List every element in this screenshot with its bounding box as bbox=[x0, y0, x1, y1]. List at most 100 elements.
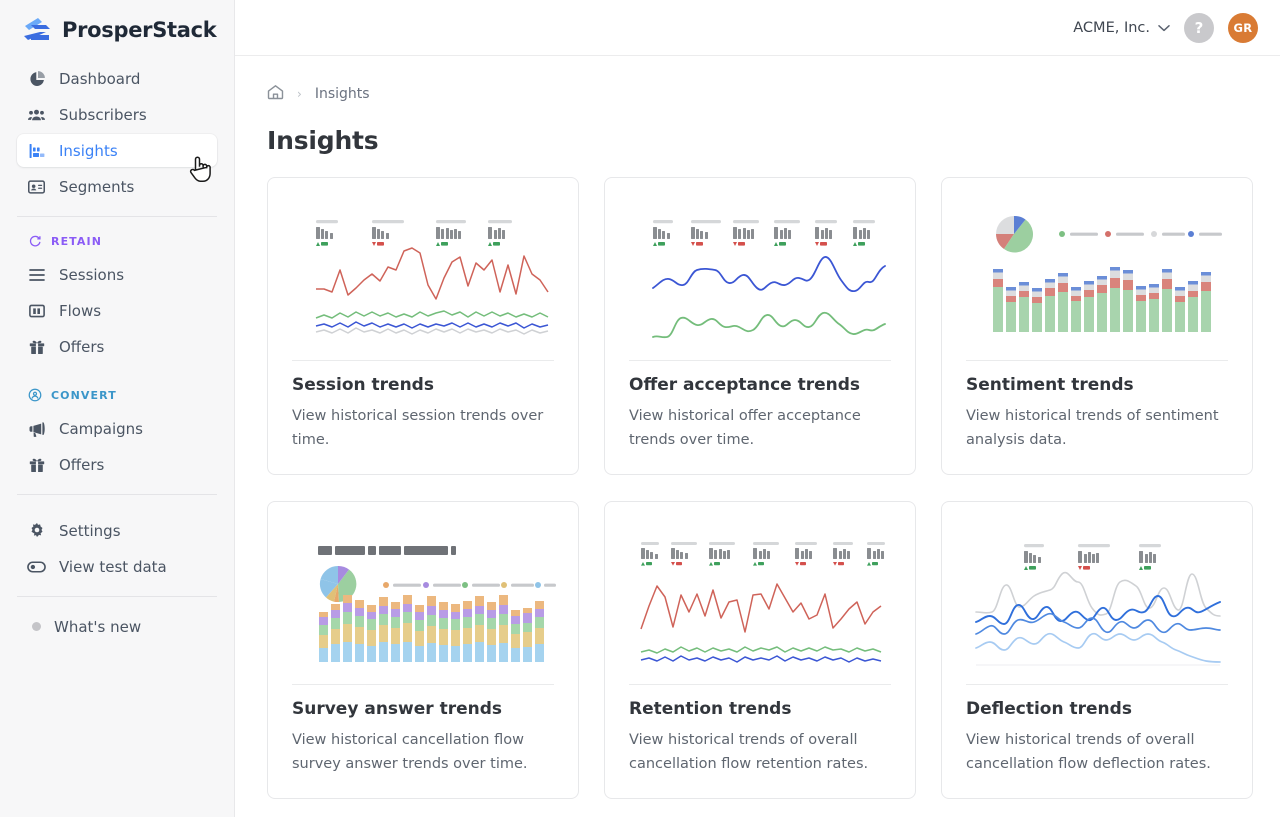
card-description: View historical trends of overall cancel… bbox=[966, 728, 1228, 777]
insights-card-grid: Session trends View historical session t… bbox=[267, 177, 1256, 799]
insight-card-deflection-trends[interactable]: Deflection trends View historical trends… bbox=[941, 501, 1253, 799]
main-area: ACME, Inc. ? GR › I bbox=[235, 0, 1280, 817]
gear-icon bbox=[27, 521, 46, 540]
sidebar-item-label: Offers bbox=[59, 338, 104, 356]
card-divider bbox=[629, 684, 891, 685]
sidebar-item-flows[interactable]: Flows bbox=[17, 294, 217, 327]
retention-trends-thumbnail bbox=[629, 524, 893, 674]
sidebar-item-label: Segments bbox=[59, 178, 134, 196]
insight-card-sentiment-trends[interactable]: Sentiment trends View historical trends … bbox=[941, 177, 1253, 475]
chevron-down-icon bbox=[1158, 20, 1170, 36]
sidebar-item-label: Offers bbox=[59, 456, 104, 474]
sentiment-trends-thumbnail bbox=[966, 200, 1230, 350]
card-title: Offer acceptance trends bbox=[629, 375, 891, 395]
users-icon bbox=[27, 105, 46, 124]
list-icon bbox=[27, 265, 46, 284]
sidebar-item-label: View test data bbox=[59, 558, 167, 576]
card-description: View historical offer acceptance trends … bbox=[629, 404, 891, 453]
sidebar-item-dashboard[interactable]: Dashboard bbox=[17, 62, 217, 95]
toggle-off-icon bbox=[27, 557, 46, 576]
sidebar-item-offers-retain[interactable]: Offers bbox=[17, 330, 217, 363]
stacked-bars bbox=[993, 267, 1211, 332]
card-title: Survey answer trends bbox=[292, 699, 554, 719]
sidebar-item-label: Insights bbox=[59, 142, 118, 160]
sidebar-item-label: Subscribers bbox=[59, 106, 147, 124]
home-icon[interactable] bbox=[267, 84, 284, 104]
gift-icon bbox=[27, 455, 46, 474]
sidebar-retain-items: Sessions Flows bbox=[0, 252, 234, 363]
card-title: Deflection trends bbox=[966, 699, 1228, 719]
sidebar-divider-3 bbox=[17, 596, 217, 597]
page-content: › Insights Insights bbox=[235, 56, 1280, 817]
session-trends-thumbnail bbox=[292, 200, 556, 350]
id-card-icon bbox=[27, 177, 46, 196]
insight-card-retention-trends[interactable]: Retention trends View historical trends … bbox=[604, 501, 916, 799]
card-title: Retention trends bbox=[629, 699, 891, 719]
sidebar: ProsperStack Dashboard bbox=[0, 0, 235, 817]
insight-card-session-trends[interactable]: Session trends View historical session t… bbox=[267, 177, 579, 475]
sidebar-item-label: Dashboard bbox=[59, 70, 140, 88]
sidebar-convert-items: Campaigns Offers bbox=[0, 406, 234, 481]
card-divider bbox=[292, 684, 554, 685]
card-description: View historical trends of sentiment anal… bbox=[966, 404, 1228, 453]
account-name: ACME, Inc. bbox=[1073, 20, 1150, 36]
megaphone-icon bbox=[27, 419, 46, 438]
skeleton-title bbox=[318, 546, 456, 555]
card-description: View historical session trends over time… bbox=[292, 404, 554, 453]
status-dot-icon bbox=[32, 622, 41, 631]
avatar-initials: GR bbox=[1234, 21, 1253, 35]
sidebar-item-view-test-data[interactable]: View test data bbox=[17, 550, 217, 583]
sidebar-section-convert: CONVERT bbox=[0, 384, 234, 406]
deflection-trends-thumbnail bbox=[966, 524, 1230, 674]
app-root: ProsperStack Dashboard bbox=[0, 0, 1280, 817]
sidebar-primary-nav: Dashboard Subscribers bbox=[0, 56, 234, 203]
breadcrumb-current: Insights bbox=[315, 86, 370, 102]
sidebar-section-retain: RETAIN bbox=[0, 230, 234, 252]
insight-card-offer-acceptance-trends[interactable]: Offer acceptance trends View historical … bbox=[604, 177, 916, 475]
card-divider bbox=[966, 360, 1228, 361]
card-description: View historical trends of overall cancel… bbox=[629, 728, 891, 777]
pie-chart bbox=[996, 216, 1033, 253]
survey-answer-trends-thumbnail bbox=[292, 524, 556, 674]
sidebar-item-campaigns[interactable]: Campaigns bbox=[17, 412, 217, 445]
sidebar-item-label: Campaigns bbox=[59, 420, 143, 438]
sidebar-item-label: Flows bbox=[59, 302, 101, 320]
breadcrumb: › Insights bbox=[267, 84, 1256, 104]
page-title: Insights bbox=[267, 126, 1256, 155]
help-label: ? bbox=[1195, 19, 1204, 37]
columns-icon bbox=[27, 301, 46, 320]
card-title: Sentiment trends bbox=[966, 375, 1228, 395]
sidebar-footer-items: Settings View test data bbox=[0, 508, 234, 583]
sidebar-item-label: Settings bbox=[59, 522, 121, 540]
help-button[interactable]: ? bbox=[1184, 13, 1214, 43]
avatar[interactable]: GR bbox=[1228, 13, 1258, 43]
card-description: View historical cancellation flow survey… bbox=[292, 728, 554, 777]
offer-acceptance-trends-thumbnail bbox=[629, 200, 893, 350]
sidebar-item-subscribers[interactable]: Subscribers bbox=[17, 98, 217, 131]
sidebar-section-label: CONVERT bbox=[51, 389, 117, 402]
card-divider bbox=[966, 684, 1228, 685]
account-switcher[interactable]: ACME, Inc. bbox=[1073, 20, 1170, 36]
brand[interactable]: ProsperStack bbox=[0, 0, 234, 56]
sidebar-item-whats-new[interactable]: What's new bbox=[17, 610, 217, 643]
sidebar-item-insights[interactable]: Insights bbox=[17, 134, 217, 167]
retain-icon bbox=[27, 234, 42, 249]
sidebar-divider-1 bbox=[17, 216, 217, 217]
stacked-bars bbox=[319, 595, 544, 662]
sidebar-divider-2 bbox=[17, 494, 217, 495]
sidebar-item-segments[interactable]: Segments bbox=[17, 170, 217, 203]
gift-icon bbox=[27, 337, 46, 356]
topbar: ACME, Inc. ? GR bbox=[235, 0, 1280, 56]
sidebar-section-label: RETAIN bbox=[51, 235, 102, 248]
card-divider bbox=[629, 360, 891, 361]
bar-chart-icon bbox=[27, 141, 46, 160]
sidebar-item-sessions[interactable]: Sessions bbox=[17, 258, 217, 291]
convert-icon bbox=[27, 388, 42, 403]
sidebar-item-offers-convert[interactable]: Offers bbox=[17, 448, 217, 481]
brand-name: ProsperStack bbox=[62, 18, 216, 42]
pie-chart-icon bbox=[27, 69, 46, 88]
insight-card-survey-answer-trends[interactable]: Survey answer trends View historical can… bbox=[267, 501, 579, 799]
sidebar-item-label: What's new bbox=[54, 618, 141, 636]
prosperstack-logo-icon bbox=[22, 16, 52, 44]
sidebar-item-settings[interactable]: Settings bbox=[17, 514, 217, 547]
